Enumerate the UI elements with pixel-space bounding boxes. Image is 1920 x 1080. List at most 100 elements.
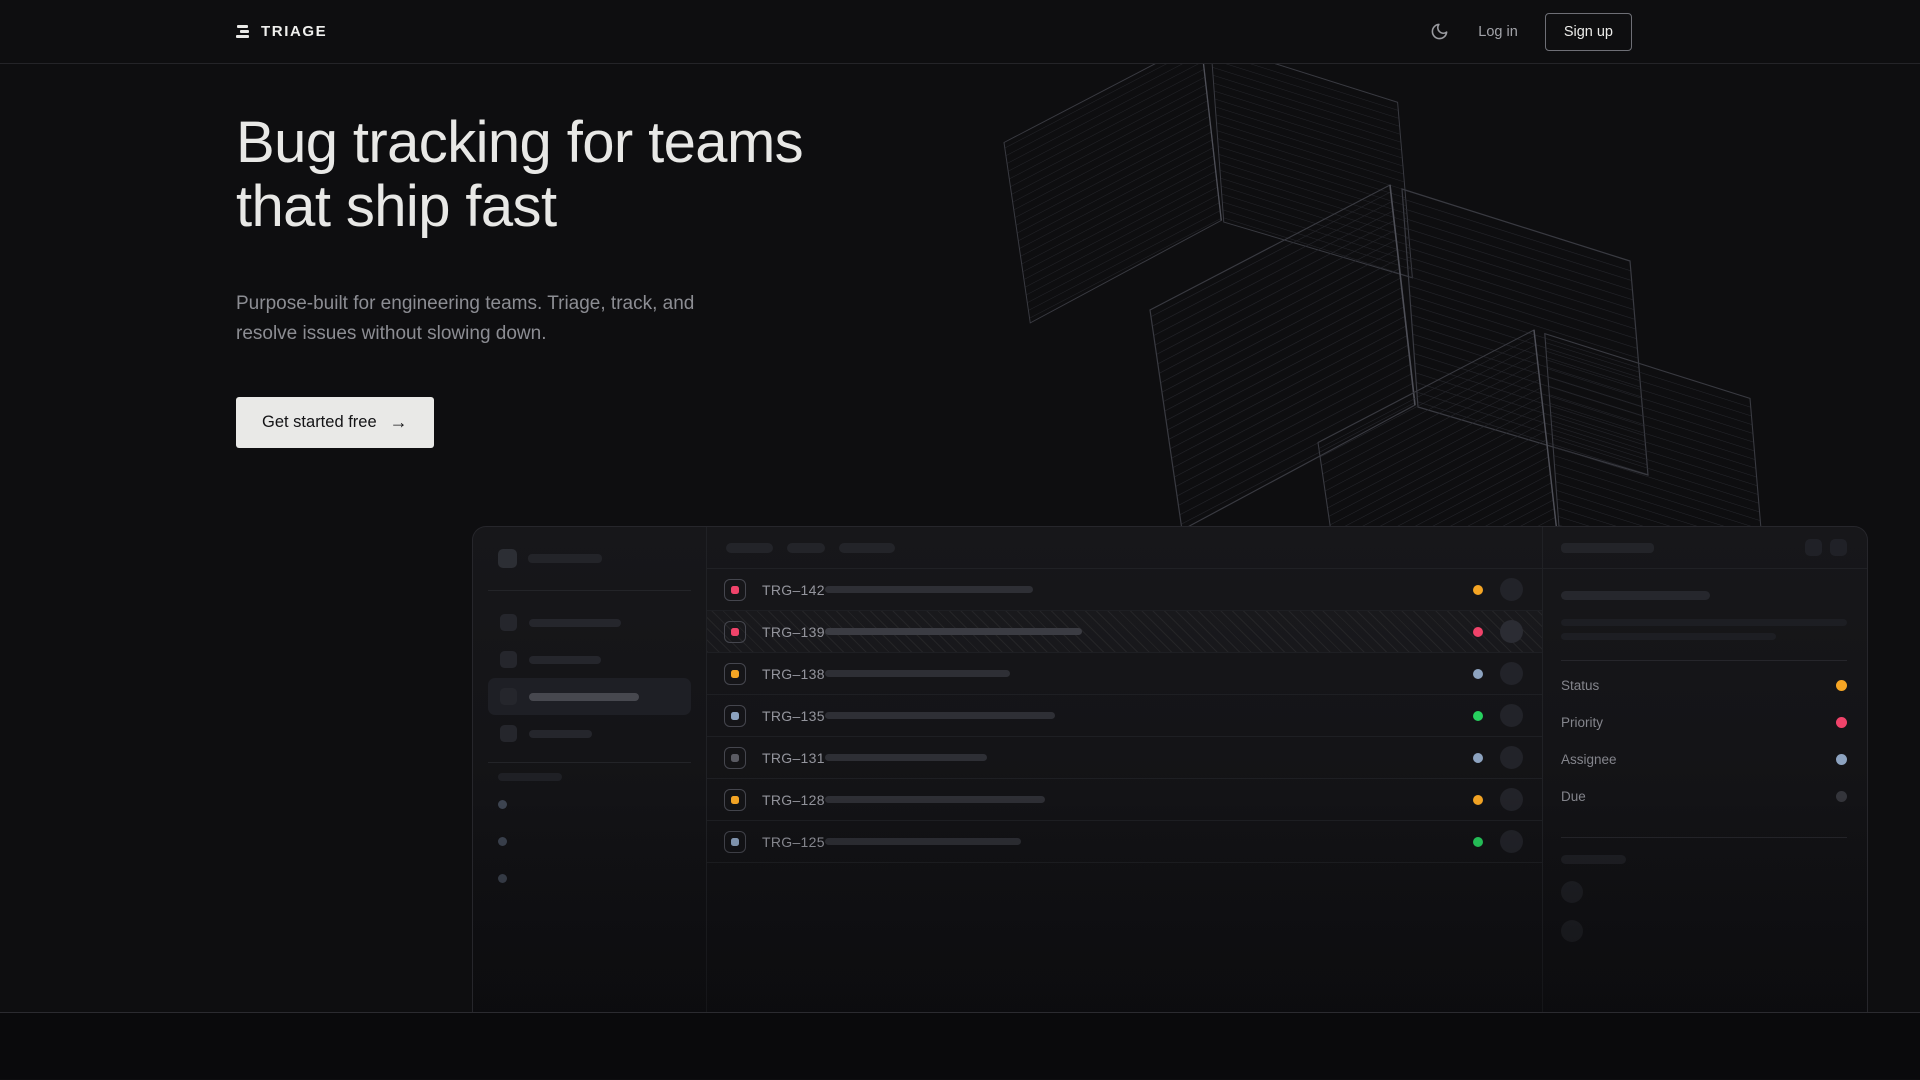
mock-sidebar-item [488,641,691,678]
status-dot [1473,753,1483,763]
arrow-right-icon: → [390,412,408,433]
window-control-icon [1830,539,1847,556]
window-controls [1805,539,1847,556]
mock-detail-panel: Status Priority Assignee Due [1543,527,1867,1012]
moon-icon [1430,22,1449,41]
cta-label: Get started free [262,413,377,432]
issue-title-placeholder [825,754,987,761]
mock-issue-rows: TRG–142 TRG–139 TRG–138 TRG–1 [707,569,1542,863]
issue-title-placeholder [825,586,1033,593]
issue-type-icon [724,747,746,769]
top-nav: TRIAGE Log in Sign up [0,0,1920,64]
issue-type-icon [724,663,746,685]
status-dot [1473,795,1483,805]
issue-id: TRG–131 [762,750,825,766]
mock-detail-field: Assignee [1561,741,1847,778]
sidebar-item-icon [500,688,517,705]
issue-type-icon [724,831,746,853]
page-title: Bug tracking for teams that ship fast [236,111,1632,239]
issue-title-placeholder [825,796,1045,803]
status-dot [1473,585,1483,595]
assignee-avatar [1500,578,1523,601]
mock-workspace-header [473,527,706,590]
mock-issue-row: TRG–138 [707,653,1542,695]
issue-type-icon [724,789,746,811]
mock-sidebar-item [488,715,691,752]
brand-name: TRIAGE [261,23,327,40]
theme-toggle-button[interactable] [1427,20,1451,44]
issue-title-placeholder [825,670,1010,677]
mock-detail-field: Due [1561,778,1847,815]
get-started-button[interactable]: Get started free → [236,397,434,448]
sidebar-dot [498,837,507,846]
status-dot [1473,711,1483,721]
issue-title-placeholder [1561,591,1710,600]
assignee-avatar [1500,830,1523,853]
mock-sidebar-item [488,678,691,715]
hero-section: Bug tracking for teams that ship fast Pu… [0,64,1920,1012]
divider [1561,837,1847,838]
sidebar-item-label-placeholder [529,730,592,738]
issue-title-placeholder [825,628,1082,635]
window-control-icon [1805,539,1822,556]
issue-id: TRG–125 [762,834,825,850]
issue-type-icon [724,621,746,643]
assignee-avatar [1500,746,1523,769]
workspace-avatar [498,549,517,568]
sidebar-item-label-placeholder [529,619,621,627]
title-line-2: that ship fast [236,174,556,239]
description-placeholder [1561,619,1847,626]
footer-section [0,1012,1920,1079]
workspace-name-placeholder [528,554,602,563]
description-placeholder [1561,633,1776,640]
issue-id: TRG–128 [762,792,825,808]
triage-logo-icon [236,25,250,38]
sidebar-item-icon [500,651,517,668]
section-label-placeholder [498,773,562,781]
mock-issue-row: TRG–135 [707,695,1542,737]
mock-issue-row: TRG–131 [707,737,1542,779]
sidebar-item-label-placeholder [529,656,601,664]
issue-id: TRG–139 [762,624,825,640]
field-value-dot [1836,680,1847,691]
issue-type-icon [724,579,746,601]
sidebar-dot [498,800,507,809]
sidebar-dot [498,874,507,883]
field-label: Assignee [1561,752,1617,767]
status-dot [1473,837,1483,847]
mock-sidebar-dots [498,800,681,883]
list-tab-placeholder [839,543,895,553]
mock-issue-list: TRG–142 TRG–139 TRG–138 TRG–1 [707,527,1543,1012]
mock-issue-row: TRG–139 [707,611,1542,653]
mock-sidebar-section [473,763,706,893]
landing-page: TRIAGE Log in Sign up Bug tracking for t… [0,0,1920,1080]
issue-title-placeholder [825,838,1021,845]
mock-detail-field: Status [1561,667,1847,704]
mock-detail-header [1543,527,1867,569]
signup-button[interactable]: Sign up [1545,13,1632,51]
mock-list-tabs [707,527,1542,569]
field-value-dot [1836,754,1847,765]
issue-id: TRG–138 [762,666,825,682]
brand[interactable]: TRIAGE [236,23,327,40]
mock-activity-avatars [1561,881,1847,942]
app-mockup: TRG–142 TRG–139 TRG–138 TRG–1 [472,526,1868,1012]
hero-subtitle: Purpose-built for engineering teams. Tri… [236,289,736,351]
status-dot [1473,627,1483,637]
activity-label-placeholder [1561,855,1626,864]
activity-avatar [1561,881,1583,903]
mock-nav-list [473,591,706,762]
mock-issue-row: TRG–125 [707,821,1542,863]
login-link[interactable]: Log in [1478,24,1518,40]
mock-sidebar-item [488,604,691,641]
sidebar-item-label-placeholder [529,693,639,701]
mock-detail-field: Priority [1561,704,1847,741]
field-label: Status [1561,678,1599,693]
mock-issue-row: TRG–128 [707,779,1542,821]
assignee-avatar [1500,662,1523,685]
detail-title-placeholder [1561,543,1654,553]
mock-sidebar [473,527,707,1012]
assignee-avatar [1500,704,1523,727]
title-line-1: Bug tracking for teams [236,110,803,175]
assignee-avatar [1500,620,1523,643]
